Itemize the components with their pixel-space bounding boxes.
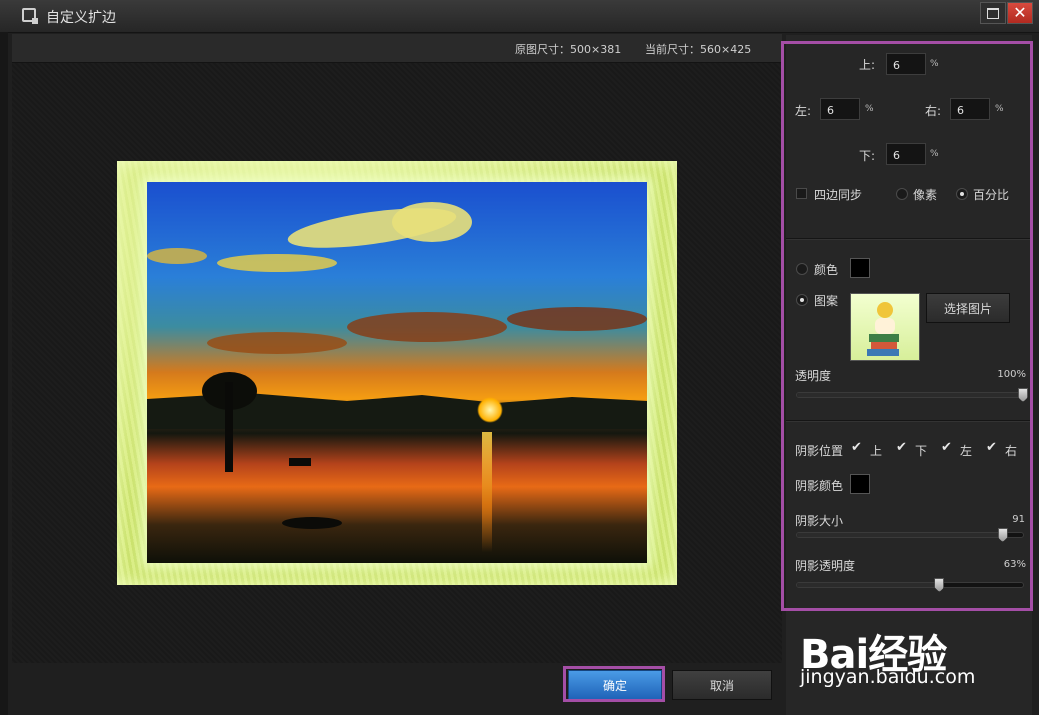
close-button[interactable]: ✕ [1007,2,1033,24]
boat [289,458,311,466]
watermark-url: jingyan.baidu.com [800,666,976,688]
maximize-button[interactable] [980,2,1006,24]
cloud-shape [347,312,507,342]
window-title: 自定义扩边 [46,10,116,26]
ok-button-highlight [563,666,665,702]
cloud-shape [207,332,347,354]
preview-photo [147,182,647,563]
cloud-shape [217,254,337,272]
sun [477,397,503,423]
rock [282,517,342,529]
app-icon [22,8,38,24]
size-info-bar: 原图尺寸：500×381 当前尺寸：560×425 [12,34,782,63]
cancel-button[interactable]: 取消 [672,670,772,700]
cloud-shape [147,248,207,264]
cloud-shape [392,202,472,242]
close-icon: ✕ [1013,3,1027,22]
tree-trunk [225,382,233,472]
cloud-shape [507,307,647,331]
baidu-watermark: Bai经验 jingyan.baidu.com [800,604,1030,694]
border-frame-preview [117,161,677,585]
sun-reflection [482,432,492,552]
title-bar: 自定义扩边 ✕ [0,0,1039,33]
settings-highlight-box [781,41,1033,611]
window-edge [0,32,8,715]
current-size-text: 当前尺寸：560×425 [645,43,752,56]
original-size-text: 原图尺寸：500×381 [515,43,622,56]
preview-area [12,63,782,663]
maximize-icon [987,7,999,19]
